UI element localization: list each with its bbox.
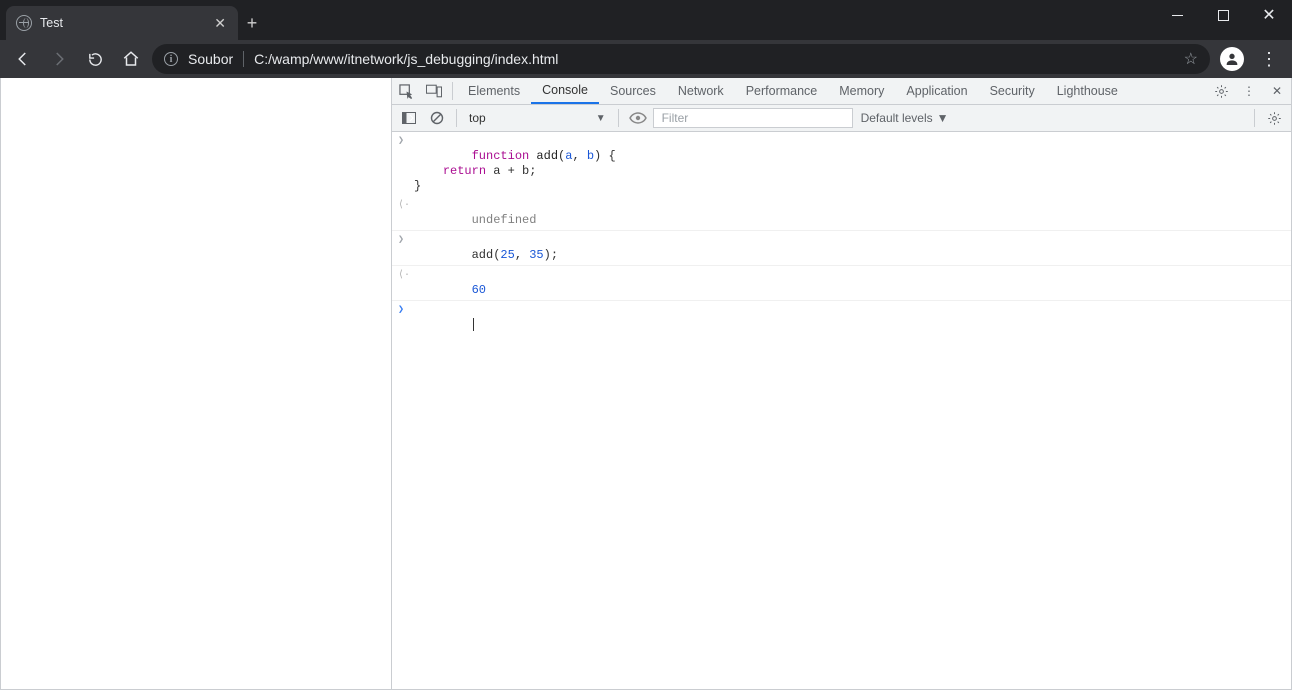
tab-network[interactable]: Network (667, 78, 735, 104)
console-input-row: ❯function add(a, b) { return a + b; } (392, 132, 1291, 196)
input-marker-icon: ❯ (398, 233, 404, 248)
console-sidebar-toggle-icon[interactable] (396, 107, 422, 129)
device-toggle-icon[interactable] (420, 78, 448, 104)
chrome-menu-button[interactable]: ⋮ (1254, 49, 1284, 70)
bookmark-star-icon[interactable]: ☆ (1184, 49, 1198, 69)
separator (243, 51, 244, 67)
tab-sources[interactable]: Sources (599, 78, 667, 104)
forward-button[interactable] (44, 44, 74, 74)
browser-tab[interactable]: Test ✕ (6, 6, 238, 40)
browser-toolbar: i Soubor C:/wamp/www/itnetwork/js_debugg… (0, 40, 1292, 78)
maximize-button[interactable] (1200, 0, 1246, 30)
address-bar[interactable]: i Soubor C:/wamp/www/itnetwork/js_debugg… (152, 44, 1210, 74)
back-button[interactable] (8, 44, 38, 74)
home-button[interactable] (116, 44, 146, 74)
tab-security[interactable]: Security (979, 78, 1046, 104)
new-tab-button[interactable]: + (238, 9, 266, 37)
caret-down-icon: ▼ (596, 113, 606, 124)
close-window-button[interactable]: ✕ (1246, 0, 1292, 30)
content-area: Elements Console Sources Network Perform… (0, 78, 1292, 690)
tab-performance[interactable]: Performance (735, 78, 829, 104)
minimize-button[interactable] (1154, 0, 1200, 30)
devtools-settings-icon[interactable] (1207, 84, 1235, 99)
levels-label: Default levels (861, 111, 933, 125)
tab-memory[interactable]: Memory (828, 78, 895, 104)
live-expression-icon[interactable] (625, 107, 651, 129)
browser-titlebar: Test ✕ + ✕ (0, 0, 1292, 40)
console-settings-icon[interactable] (1261, 107, 1287, 129)
devtools-panel: Elements Console Sources Network Perform… (391, 78, 1291, 689)
console-filter-input[interactable] (653, 108, 853, 128)
close-tab-icon[interactable]: ✕ (212, 13, 228, 34)
tab-console[interactable]: Console (531, 78, 599, 104)
tab-strip: Test ✕ + (0, 0, 266, 40)
console-toolbar: top ▼ Default levels ▼ (392, 105, 1291, 132)
execution-context-select[interactable]: top ▼ (463, 111, 612, 125)
input-marker-icon: ❯ (398, 134, 404, 149)
devtools-menu-icon[interactable]: ⋮ (1235, 84, 1263, 98)
output-marker-icon: ⟨· (398, 198, 410, 213)
console-output-row: ⟨·60 (392, 266, 1291, 301)
info-icon[interactable]: i (164, 52, 178, 66)
prompt-marker-icon: ❯ (398, 303, 404, 318)
window-controls: ✕ (1154, 0, 1292, 30)
rendered-page (1, 78, 391, 689)
console-prompt-row[interactable]: ❯ (392, 301, 1291, 336)
console-output[interactable]: ❯function add(a, b) { return a + b; } ⟨·… (392, 132, 1291, 689)
clear-console-icon[interactable] (424, 107, 450, 129)
url-text[interactable]: C:/wamp/www/itnetwork/js_debugging/index… (254, 51, 1174, 67)
log-levels-select[interactable]: Default levels ▼ (855, 111, 955, 125)
caret-down-icon: ▼ (937, 111, 949, 125)
devtools-close-icon[interactable]: ✕ (1263, 84, 1291, 98)
text-cursor (473, 318, 474, 331)
source-label: Soubor (188, 51, 233, 67)
tab-lighthouse[interactable]: Lighthouse (1046, 78, 1129, 104)
output-marker-icon: ⟨· (398, 268, 410, 283)
inspect-element-icon[interactable] (392, 78, 420, 104)
reload-button[interactable] (80, 44, 110, 74)
console-output-row: ⟨·undefined (392, 196, 1291, 231)
console-input-row: ❯add(25, 35); (392, 231, 1291, 266)
context-label: top (469, 111, 486, 125)
tab-elements[interactable]: Elements (457, 78, 531, 104)
filter-input[interactable] (660, 110, 846, 126)
devtools-tabbar: Elements Console Sources Network Perform… (392, 78, 1291, 105)
tab-application[interactable]: Application (895, 78, 978, 104)
globe-icon (16, 15, 32, 31)
profile-avatar[interactable] (1220, 47, 1244, 71)
tab-title: Test (40, 16, 204, 30)
